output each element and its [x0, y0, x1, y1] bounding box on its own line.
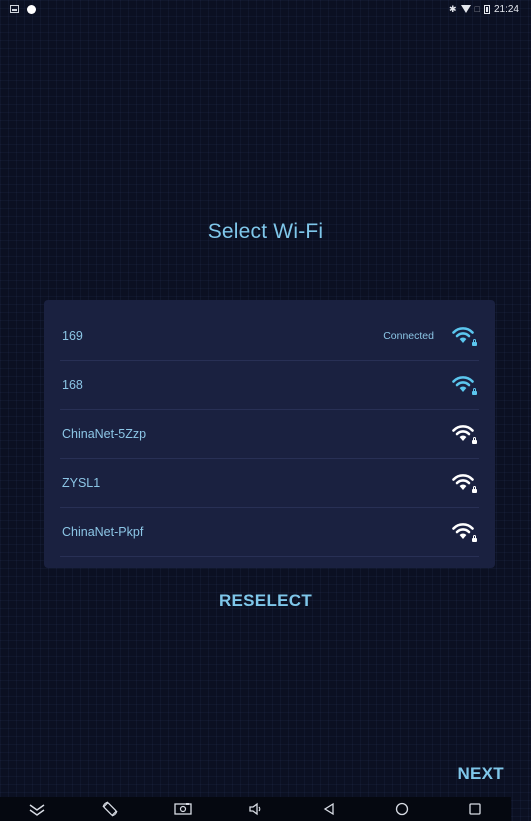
- screenshot-icon[interactable]: [171, 797, 195, 821]
- dot-notification-icon: [27, 4, 36, 14]
- wifi-list: 169 Connected 168 ChinaNet-5Zzp ZYSL1 Ch…: [44, 300, 495, 568]
- wifi-lock-icon: [452, 521, 478, 543]
- lock-icon: [472, 535, 477, 542]
- status-time: 21:24: [493, 3, 519, 15]
- bluetooth-icon: ✱: [448, 3, 457, 14]
- wifi-signal-icon: [460, 5, 471, 13]
- wifi-ssid: 168: [62, 378, 83, 392]
- wifi-item[interactable]: 168: [60, 361, 479, 410]
- rotate-icon[interactable]: [98, 797, 122, 821]
- wifi-ssid: ZYSL1: [62, 476, 101, 490]
- screen: ✱ □ 21:24 Select Wi-Fi 169 Connected 168…: [10, 0, 521, 821]
- wifi-lock-icon: [452, 423, 478, 445]
- wifi-item[interactable]: ChinaNet-5Zzp: [60, 410, 479, 459]
- wifi-ssid: ChinaNet-5Zzp: [62, 427, 147, 441]
- wifi-lock-icon: [452, 472, 478, 494]
- image-notification-icon: [10, 5, 19, 13]
- battery-icon: [483, 4, 490, 14]
- home-icon[interactable]: [390, 797, 414, 821]
- wifi-lock-icon: [452, 325, 478, 347]
- collapse-icon[interactable]: [25, 797, 49, 821]
- connection-status: Connected: [383, 330, 434, 342]
- lock-icon: [472, 486, 477, 493]
- navigation-bar: [0, 797, 511, 821]
- lock-icon: [472, 339, 477, 346]
- wifi-lock-icon: [452, 374, 478, 396]
- wifi-ssid: 169: [62, 329, 83, 343]
- volume-icon[interactable]: [244, 797, 268, 821]
- wifi-item[interactable]: ChinaNet-Pkpf: [60, 508, 479, 557]
- lock-icon: [472, 437, 477, 444]
- recents-icon[interactable]: [463, 797, 487, 821]
- status-bar: ✱ □ 21:24: [10, 0, 521, 18]
- back-icon[interactable]: [317, 797, 341, 821]
- wifi-item[interactable]: 169 Connected: [60, 312, 479, 361]
- wifi-ssid: ChinaNet-Pkpf: [62, 525, 144, 539]
- lock-icon: [472, 388, 477, 395]
- page-title: Select Wi-Fi: [207, 220, 324, 243]
- next-button[interactable]: NEXT: [457, 764, 504, 784]
- no-sim-icon: □: [474, 3, 480, 14]
- reselect-button[interactable]: RESELECT: [10, 591, 521, 611]
- wifi-item[interactable]: ZYSL1: [60, 459, 479, 508]
